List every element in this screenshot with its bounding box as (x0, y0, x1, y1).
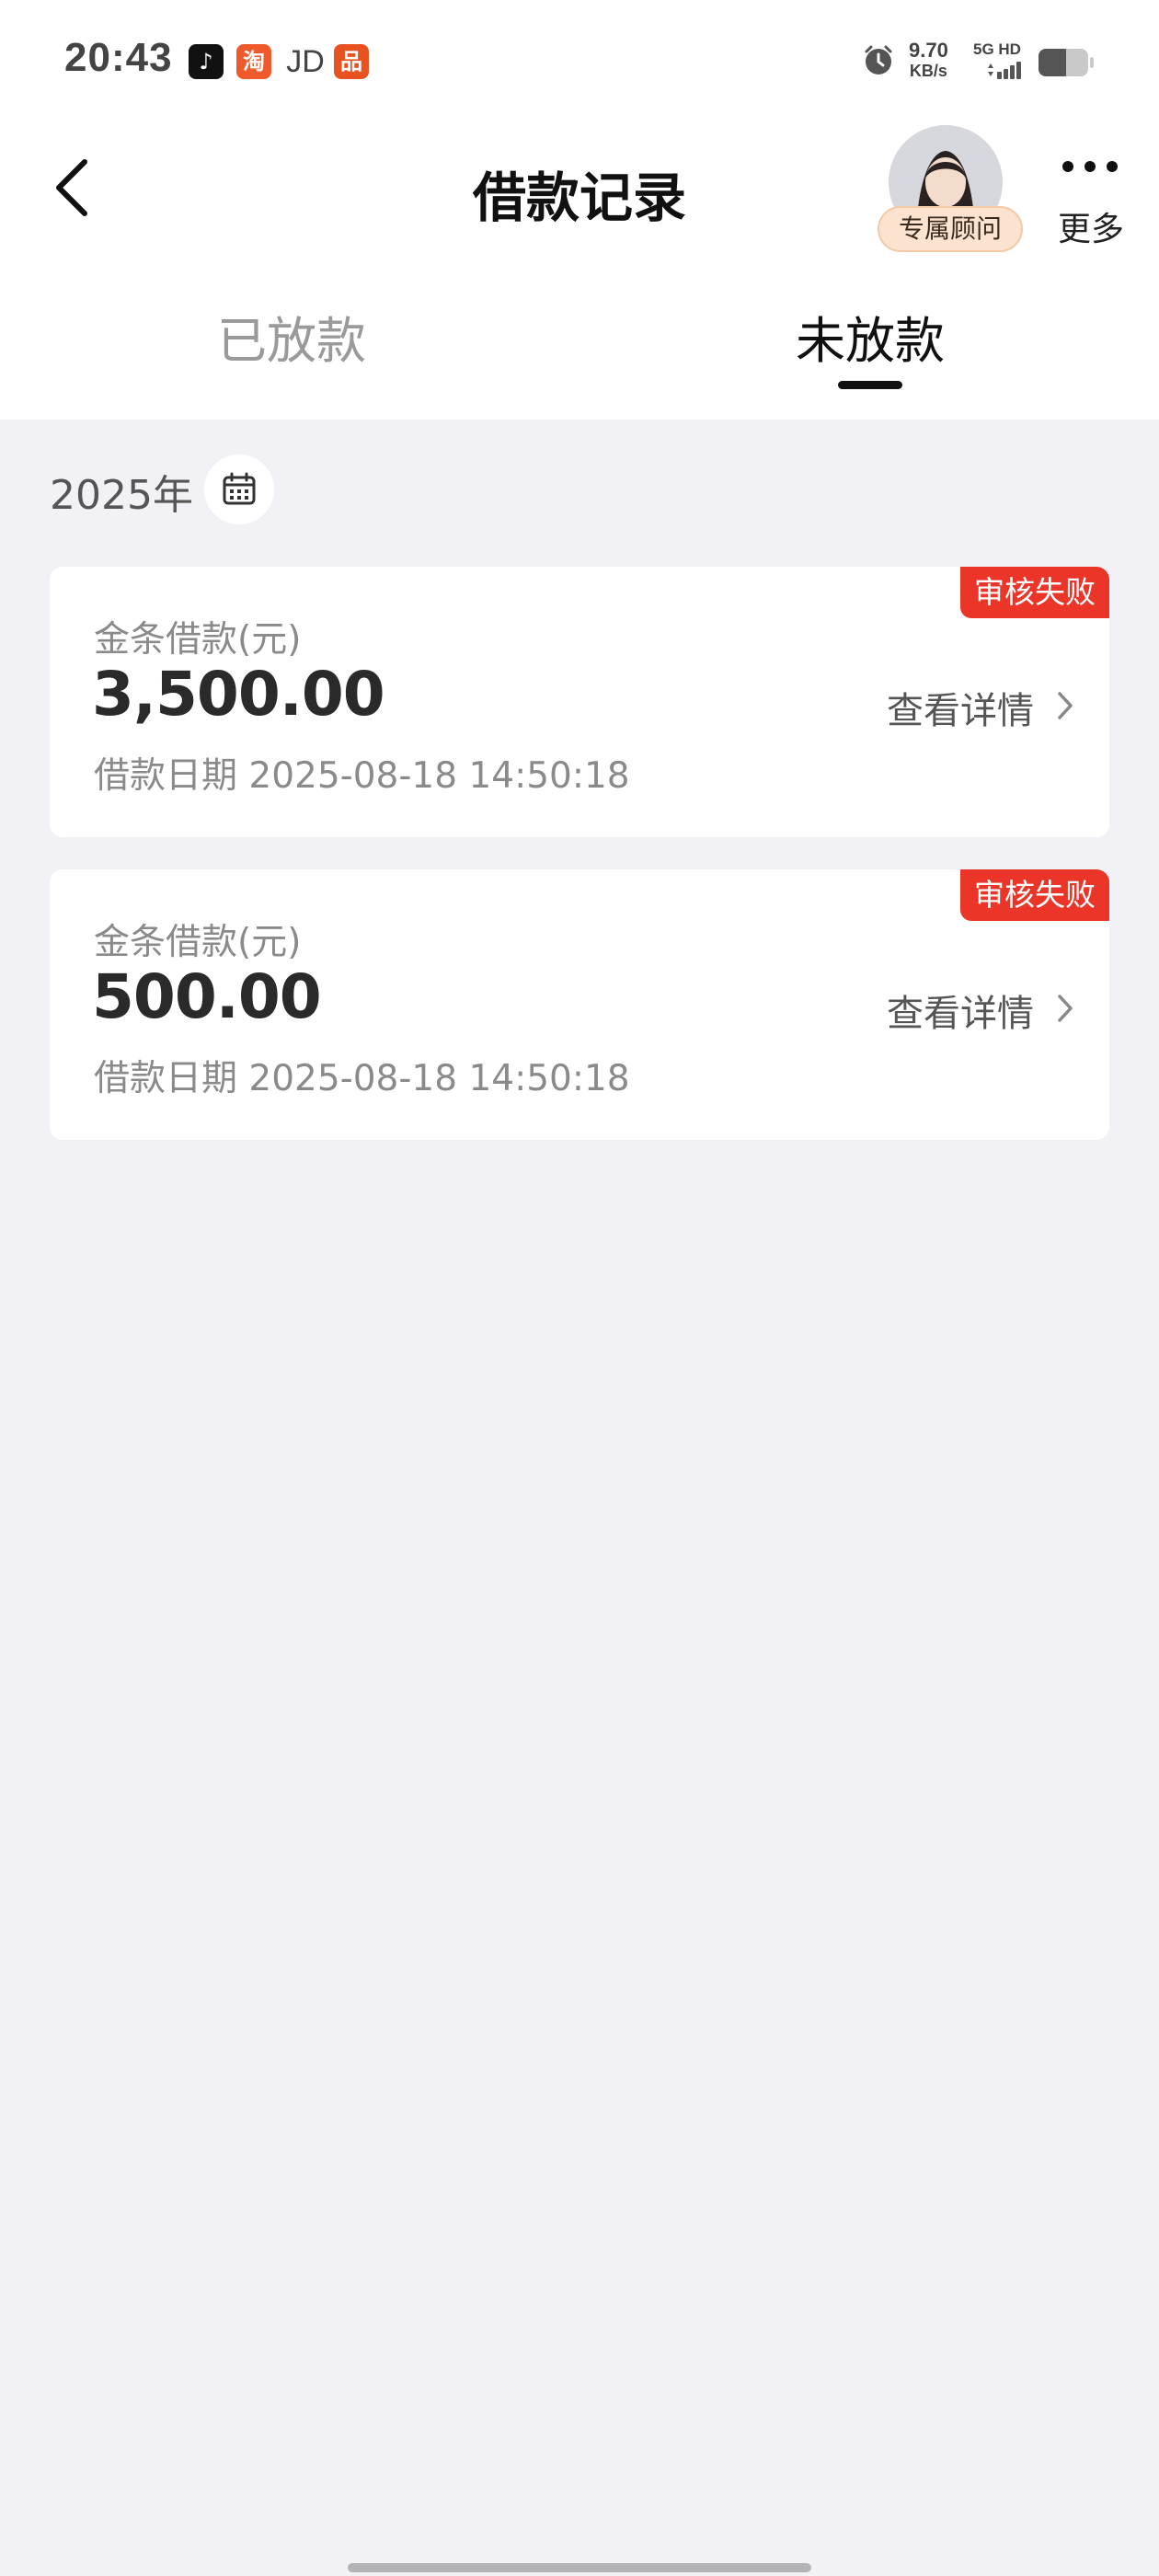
page-title: 借款记录 (472, 167, 686, 229)
taobao-icon: 淘 (236, 44, 271, 79)
calendar-button[interactable] (204, 454, 274, 524)
alarm-icon (865, 45, 892, 75)
view-details-link[interactable]: 查看详情 (887, 681, 1034, 734)
more-button[interactable]: 更多 (1049, 153, 1141, 254)
tab-unreleased[interactable]: 未放款 (796, 300, 945, 373)
net-speed-unit: KB/s (909, 62, 947, 80)
net-speed-value: 9.70 (909, 39, 948, 62)
calendar-icon (223, 472, 256, 505)
status-badge: 审核失败 (960, 567, 1109, 618)
loan-type-label: 金条借款(元) (94, 922, 302, 963)
chevron-right-icon (1058, 995, 1073, 1022)
more-label: 更多 (1058, 211, 1125, 248)
pinduoduo-icon: 品 (334, 44, 369, 79)
chevron-right-icon (1058, 692, 1073, 719)
loan-type-label: 金条借款(元) (94, 619, 302, 661)
tab-released[interactable]: 已放款 (217, 300, 366, 373)
back-button[interactable] (48, 155, 103, 221)
status-bar: 20:43 ♪ 淘 JD 品 9.70 KB/s 5G HD (0, 0, 1159, 120)
loan-record-card[interactable]: 审核失败 金条借款(元) 3,500.00 借款日期 2025-08-18 14… (50, 567, 1109, 837)
network-type: 5G HD (973, 40, 1021, 58)
advisor-button[interactable]: 专属顾问 (874, 121, 1030, 259)
advisor-label: 专属顾问 (878, 206, 1023, 252)
loan-amount: 500.00 (92, 961, 322, 1032)
loan-date: 借款日期 2025-08-18 14:50:18 (94, 1058, 630, 1099)
more-dots-icon (1062, 161, 1118, 172)
battery-icon (1039, 49, 1094, 76)
status-badge: 审核失败 (960, 869, 1109, 921)
douyin-icon: ♪ (189, 44, 224, 79)
loan-record-card[interactable]: 审核失败 金条借款(元) 500.00 借款日期 2025-08-18 14:5… (50, 869, 1109, 1140)
net-speed: 9.70 KB/s (909, 40, 948, 81)
jd-icon: JD (286, 44, 325, 79)
loan-records-page: 20:43 ♪ 淘 JD 品 9.70 KB/s 5G HD 借款记录 专属顾问… (0, 0, 1159, 2576)
view-details-link[interactable]: 查看详情 (887, 983, 1034, 1037)
loan-amount: 3,500.00 (92, 659, 385, 730)
home-indicator[interactable] (348, 2563, 811, 2572)
active-tab-indicator (838, 381, 902, 389)
status-time: 20:43 (64, 35, 173, 80)
loan-date: 借款日期 2025-08-18 14:50:18 (94, 755, 630, 797)
signal-icon (988, 62, 1021, 79)
year-label: 2025年 (50, 472, 193, 519)
